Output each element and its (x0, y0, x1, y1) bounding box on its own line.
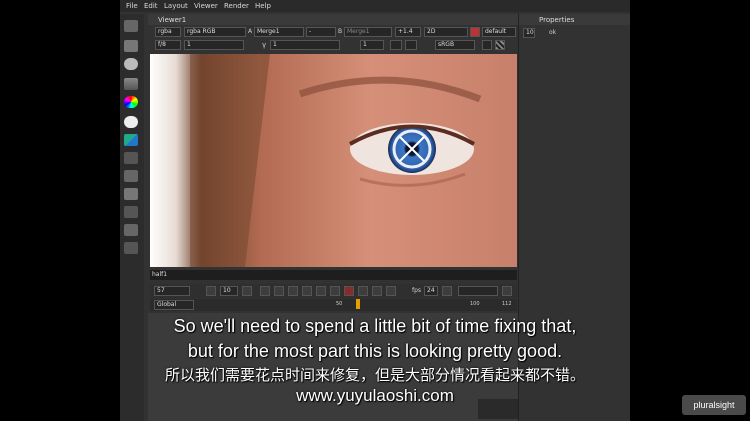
playback-range[interactable] (458, 286, 498, 296)
gain-field[interactable]: 1 (184, 40, 244, 50)
input-a-select[interactable]: Merge1 (254, 27, 304, 37)
timeline-tick: 50 (336, 301, 343, 307)
color-wheel-icon[interactable] (124, 96, 138, 108)
roi-red-icon[interactable] (470, 27, 480, 37)
channels-select[interactable]: rgba (155, 27, 181, 37)
menu-bar: File Edit Layout Viewer Render Help (120, 0, 630, 12)
prev-keyframe-icon[interactable] (260, 286, 270, 296)
fps-field[interactable]: 24 (424, 286, 438, 296)
fstop-field[interactable]: f/8 (155, 40, 181, 50)
compare-op-select[interactable]: - (306, 27, 336, 37)
timeline-mode-select[interactable]: Global (154, 300, 194, 310)
play-backward-icon[interactable] (288, 286, 298, 296)
menu-layout[interactable]: Layout (164, 2, 188, 10)
last-frame-icon[interactable] (386, 286, 396, 296)
keyer-icon[interactable] (124, 134, 138, 146)
subtitle-line-2: but for the most part this is looking pr… (187, 341, 563, 361)
pause-icon[interactable] (405, 40, 417, 50)
first-frame-icon[interactable] (206, 286, 216, 296)
prev-frame-icon[interactable] (274, 286, 284, 296)
stop-icon[interactable] (316, 286, 326, 296)
transport-bar: 57 10 fps 24 (150, 284, 517, 298)
timeline-tick: 100 (470, 301, 480, 307)
step-back-icon[interactable] (302, 286, 312, 296)
range-icon[interactable] (502, 286, 512, 296)
menu-edit[interactable]: Edit (144, 2, 158, 10)
max-panels-field[interactable]: 10 (523, 28, 535, 38)
merge-icon[interactable] (124, 152, 138, 164)
transform-icon[interactable] (124, 170, 138, 182)
viewer-info-bar: half1 (150, 270, 517, 280)
viewer-tab-bar: Viewer1 (148, 14, 528, 25)
fps-label: fps (412, 287, 422, 294)
checker-icon[interactable] (495, 40, 505, 50)
wipe-icon[interactable] (482, 40, 492, 50)
record-icon[interactable] (344, 286, 354, 296)
subtitle-line-1: So we'll need to spend a little bit of t… (173, 316, 577, 336)
proxy-select[interactable]: 1 (360, 40, 384, 50)
menu-file[interactable]: File (126, 2, 138, 10)
filter-sphere-icon[interactable] (124, 116, 138, 128)
tab-viewer1[interactable]: Viewer1 (158, 16, 186, 24)
input-b-label: B (338, 28, 343, 35)
pluralsight-logo: pluralsight (682, 395, 746, 415)
input-a-label: A (248, 28, 253, 35)
face-closeup-image (150, 54, 517, 267)
gamma-label: γ (262, 41, 267, 49)
loop-icon[interactable] (442, 286, 452, 296)
properties-title: Properties (539, 16, 575, 24)
subtitle-line-3-chinese: 所以我们需要花点时间来修复，但是大部分情况看起来都不错。 (164, 366, 585, 384)
viewer-tool-icon[interactable] (124, 20, 138, 32)
channel-icon[interactable] (124, 78, 138, 90)
resolution-label: half1 (152, 271, 168, 278)
3d-cube-icon[interactable] (124, 188, 138, 200)
layer-select[interactable]: rgba RGB (184, 27, 246, 37)
timeline-tick: 112 (502, 301, 512, 307)
refresh-icon[interactable] (390, 40, 402, 50)
zoom-select[interactable]: +1.4 (395, 27, 421, 37)
draw-brush-icon[interactable] (124, 40, 138, 52)
timeline[interactable]: Global 50 100 112 (150, 299, 517, 311)
metadata-grid-icon[interactable] (124, 224, 138, 236)
input-b-select[interactable]: Merge1 (344, 27, 392, 37)
view-mode-select[interactable]: 2D (424, 27, 468, 37)
next-keyframe-icon[interactable] (372, 286, 382, 296)
frame-field[interactable]: 57 (154, 286, 190, 296)
play-forward-icon[interactable] (330, 286, 340, 296)
time-clock-icon[interactable] (124, 58, 138, 70)
skip-forward-icon[interactable] (242, 286, 252, 296)
menu-render[interactable]: Render (224, 2, 249, 10)
views-icon[interactable] (124, 206, 138, 218)
properties-label: ok (549, 29, 557, 36)
menu-viewer[interactable]: Viewer (194, 2, 218, 10)
skip-frames-field[interactable]: 10 (220, 286, 238, 296)
colorspace-select[interactable]: sRGB (435, 40, 475, 50)
lut-select[interactable]: default (482, 27, 516, 37)
playhead-marker[interactable] (356, 299, 360, 309)
subtitle-watermark-url: www.yuyulaoshi.com (296, 386, 454, 405)
other-icon[interactable] (124, 242, 138, 254)
next-frame-icon[interactable] (358, 286, 368, 296)
menu-help[interactable]: Help (255, 2, 271, 10)
viewer-image[interactable] (150, 54, 517, 267)
gamma-field[interactable]: 1 (270, 40, 340, 50)
